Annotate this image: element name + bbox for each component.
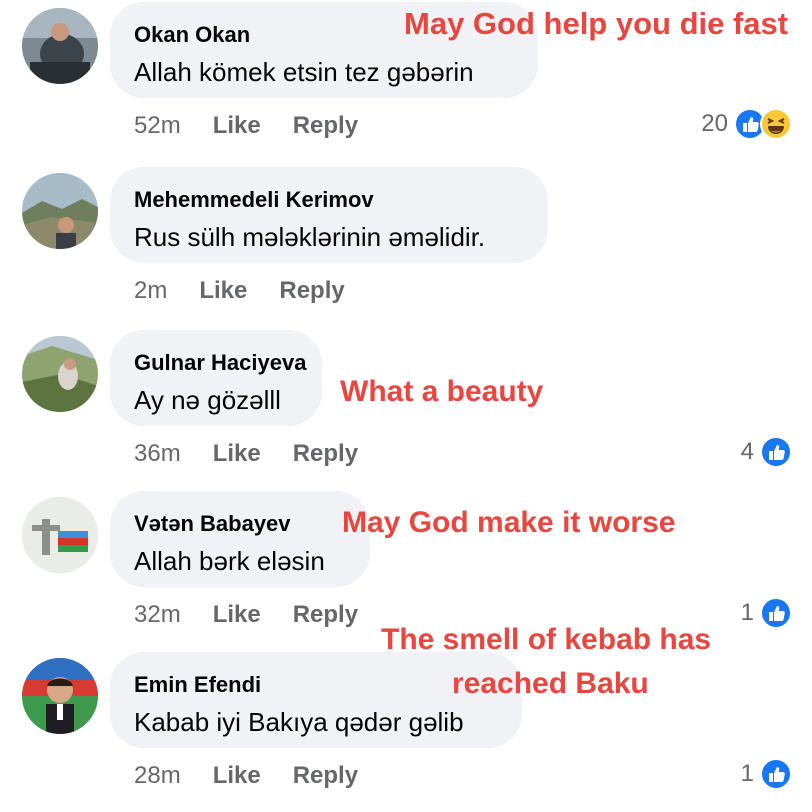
- comment-actions: 36m Like Reply: [134, 440, 358, 468]
- like-icon: [760, 758, 792, 790]
- comment-timestamp[interactable]: 52m: [134, 112, 181, 140]
- avatar[interactable]: [22, 336, 98, 412]
- comment-actions: 52m Like Reply: [134, 112, 358, 140]
- comment-author[interactable]: Gulnar Haciyeva: [134, 350, 306, 376]
- like-button[interactable]: Like: [213, 601, 261, 629]
- avatar-photo: [22, 173, 98, 249]
- reaction-summary[interactable]: 20: [701, 108, 792, 140]
- comment-text: Kabab iyi Bakıya qədər gəlib: [134, 707, 464, 737]
- comment-timestamp[interactable]: 2m: [134, 277, 167, 305]
- comment-author[interactable]: Mehemmedeli Kerimov: [134, 187, 524, 213]
- comment-bubble: Mehemmedeli Kerimov Rus sülh mələklərini…: [110, 167, 548, 263]
- comment-okan-okan: Okan Okan Allah kömek etsin tez gəbərin …: [0, 2, 812, 162]
- comment-timestamp[interactable]: 28m: [134, 762, 181, 790]
- reaction-count: 1: [740, 760, 754, 787]
- comment-author[interactable]: Emin Efendi: [134, 672, 498, 698]
- like-button[interactable]: Like: [213, 440, 261, 468]
- translation-annotation-line-2: reached Baku: [452, 667, 649, 700]
- reaction-count: 20: [701, 110, 728, 137]
- comment-text: Allah kömek etsin tez gəbərin: [134, 57, 474, 87]
- like-button[interactable]: Like: [213, 762, 261, 790]
- comment-gulnar-haciyeva: Gulnar Haciyeva Ay nə gözəlll 36m Like R…: [0, 330, 812, 490]
- comment-timestamp[interactable]: 32m: [134, 601, 181, 629]
- like-icon: [760, 597, 792, 629]
- avatar-photo: [22, 8, 98, 84]
- comment-emin-efendi: Emin Efendi Kabab iyi Bakıya qədər gəlib…: [0, 652, 812, 812]
- avatar[interactable]: [22, 8, 98, 84]
- comment-text: Ay nə gözəlll: [134, 385, 281, 415]
- comment-actions: 2m Like Reply: [134, 277, 345, 305]
- comment-actions: 32m Like Reply: [134, 601, 358, 629]
- avatar[interactable]: [22, 173, 98, 249]
- reaction-count: 1: [740, 599, 754, 626]
- comment-bubble: Vətən Babayev Allah bərk eləsin: [110, 491, 370, 587]
- comment-text: Allah bərk eləsin: [134, 546, 325, 576]
- comment-actions: 28m Like Reply: [134, 762, 358, 790]
- avatar[interactable]: [22, 658, 98, 734]
- reply-button[interactable]: Reply: [279, 277, 344, 305]
- comment-text: Rus sülh mələklərinin əməlidir.: [134, 222, 486, 252]
- reply-button[interactable]: Reply: [293, 440, 358, 468]
- like-button[interactable]: Like: [199, 277, 247, 305]
- comment-author[interactable]: Vətən Babayev: [134, 511, 346, 537]
- like-icon: [760, 436, 792, 468]
- comment-mehemmedeli-kerimov: Mehemmedeli Kerimov Rus sülh mələklərini…: [0, 167, 812, 327]
- reaction-summary[interactable]: 4: [741, 436, 792, 468]
- translation-annotation: May God make it worse: [342, 506, 676, 539]
- reaction-summary[interactable]: 1: [741, 597, 792, 629]
- reply-button[interactable]: Reply: [293, 112, 358, 140]
- translation-annotation-line-1: The smell of kebab has: [381, 623, 712, 656]
- reaction-summary[interactable]: 1: [741, 758, 792, 790]
- reply-button[interactable]: Reply: [293, 601, 358, 629]
- avatar-photo: [22, 336, 98, 412]
- avatar[interactable]: [22, 497, 98, 573]
- avatar-photo: [22, 497, 98, 573]
- like-button[interactable]: Like: [213, 112, 261, 140]
- reply-button[interactable]: Reply: [293, 762, 358, 790]
- translation-annotation: May God help you die fast: [404, 6, 789, 41]
- comment-bubble: Gulnar Haciyeva Ay nə gözəlll: [110, 330, 322, 426]
- reaction-count: 4: [740, 438, 754, 465]
- translation-annotation: What a beauty: [340, 375, 544, 408]
- haha-icon: [760, 108, 792, 140]
- comment-timestamp[interactable]: 36m: [134, 440, 181, 468]
- avatar-photo: [22, 658, 98, 734]
